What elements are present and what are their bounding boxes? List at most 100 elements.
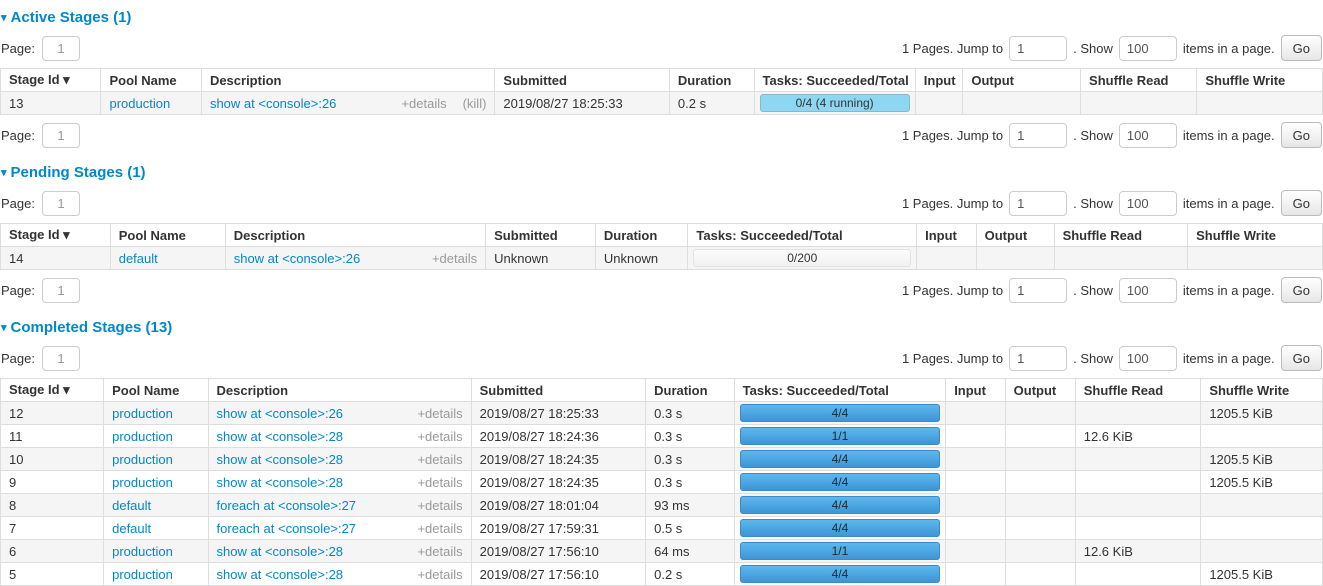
column-header-duration[interactable]: Duration [646, 379, 735, 402]
description-link[interactable]: show at <console>:26 [234, 251, 360, 266]
details-toggle[interactable]: +details [417, 498, 462, 513]
pool-name-link[interactable]: default [119, 251, 158, 266]
go-button[interactable]: Go [1281, 345, 1322, 371]
details-toggle[interactable]: +details [417, 544, 462, 559]
description-link[interactable]: show at <console>:28 [217, 475, 343, 490]
cell-output [963, 92, 1081, 115]
description-link[interactable]: show at <console>:26 [210, 96, 336, 111]
column-header-stage-id[interactable]: Stage Id ▾ [1, 379, 104, 402]
column-header-output[interactable]: Output [976, 224, 1054, 247]
cell-submitted: 2019/08/27 17:56:10 [471, 540, 646, 563]
go-button[interactable]: Go [1281, 277, 1322, 303]
pool-name-link[interactable]: production [112, 567, 173, 582]
show-count-input[interactable] [1119, 191, 1177, 216]
column-header-description[interactable]: Description [225, 224, 485, 247]
column-header-pool-name[interactable]: Pool Name [104, 379, 208, 402]
column-header-pool-name[interactable]: Pool Name [110, 224, 225, 247]
pool-name-link[interactable]: default [112, 521, 151, 536]
page-input[interactable] [42, 123, 80, 148]
tasks-progress-bar: 1/1 [740, 542, 941, 560]
column-header-tasks-succeeded-total[interactable]: Tasks: Succeeded/Total [734, 379, 946, 402]
details-toggle[interactable]: +details [417, 429, 462, 444]
column-header-stage-id[interactable]: Stage Id ▾ [1, 69, 101, 92]
jump-to-input[interactable] [1009, 346, 1067, 371]
description-link[interactable]: show at <console>:28 [217, 429, 343, 444]
column-header-tasks-succeeded-total[interactable]: Tasks: Succeeded/Total [688, 224, 917, 247]
column-header-duration[interactable]: Duration [669, 69, 754, 92]
pool-name-link[interactable]: production [109, 96, 170, 111]
column-header-input[interactable]: Input [915, 69, 963, 92]
description-link[interactable]: show at <console>:28 [217, 452, 343, 467]
column-header-pool-name[interactable]: Pool Name [101, 69, 201, 92]
column-header-output[interactable]: Output [963, 69, 1081, 92]
details-toggle[interactable]: +details [417, 475, 462, 490]
details-toggle[interactable]: +details [432, 251, 477, 266]
kill-link[interactable]: (kill) [463, 96, 487, 111]
column-header-input[interactable]: Input [946, 379, 1005, 402]
cell-shuffle-read [1075, 402, 1201, 425]
column-header-description[interactable]: Description [208, 379, 471, 402]
description-link[interactable]: show at <console>:28 [217, 544, 343, 559]
go-button[interactable]: Go [1281, 35, 1322, 61]
page-input[interactable] [42, 278, 80, 303]
jump-to-input[interactable] [1009, 278, 1067, 303]
details-toggle[interactable]: +details [417, 521, 462, 536]
page-input[interactable] [42, 36, 80, 61]
description-link[interactable]: show at <console>:28 [217, 567, 343, 582]
details-toggle[interactable]: +details [417, 567, 462, 582]
description-link[interactable]: show at <console>:26 [217, 406, 343, 421]
details-toggle[interactable]: +details [401, 96, 446, 111]
cell-shuffle-read [1075, 563, 1201, 586]
cell-stage-id: 5 [1, 563, 104, 586]
show-count-input[interactable] [1119, 278, 1177, 303]
section-header-active-stages[interactable]: ▾Active Stages (1) [1, 9, 1323, 26]
tasks-progress-bar: 1/1 [740, 427, 941, 445]
pool-name-link[interactable]: production [112, 452, 173, 467]
column-header-shuffle-read[interactable]: Shuffle Read [1075, 379, 1201, 402]
column-header-description[interactable]: Description [201, 69, 494, 92]
column-header-shuffle-write[interactable]: Shuffle Write [1197, 69, 1323, 92]
cell-input [946, 425, 1005, 448]
column-header-output[interactable]: Output [1005, 379, 1075, 402]
pool-name-link[interactable]: production [112, 544, 173, 559]
column-header-tasks-succeeded-total[interactable]: Tasks: Succeeded/Total [754, 69, 915, 92]
column-header-submitted[interactable]: Submitted [471, 379, 646, 402]
table-row-stage-7: 7defaultforeach at <console>:27+details2… [1, 517, 1323, 540]
cell-output [1005, 402, 1075, 425]
jump-to-input[interactable] [1009, 191, 1067, 216]
column-header-shuffle-write[interactable]: Shuffle Write [1188, 224, 1323, 247]
jump-to-input[interactable] [1009, 123, 1067, 148]
description-link[interactable]: foreach at <console>:27 [217, 498, 357, 513]
jump-to-input[interactable] [1009, 36, 1067, 61]
details-toggle[interactable]: +details [417, 406, 462, 421]
pool-name-link[interactable]: default [112, 498, 151, 513]
pool-name-link[interactable]: production [112, 475, 173, 490]
page-input[interactable] [42, 346, 80, 371]
show-count-input[interactable] [1119, 36, 1177, 61]
table-slot: Stage Id ▾Pool NameDescriptionSubmittedD… [0, 68, 1323, 115]
pool-name-link[interactable]: production [112, 429, 173, 444]
details-toggle[interactable]: +details [417, 452, 462, 467]
column-header-shuffle-read[interactable]: Shuffle Read [1081, 69, 1197, 92]
column-header-stage-id[interactable]: Stage Id ▾ [1, 224, 111, 247]
section-header-completed-stages[interactable]: ▾Completed Stages (13) [1, 319, 1323, 336]
pool-name-link[interactable]: production [112, 406, 173, 421]
column-header-duration[interactable]: Duration [595, 224, 688, 247]
page-input[interactable] [42, 191, 80, 216]
cell-shuffle-read: 12.6 KiB [1075, 425, 1201, 448]
table-row-stage-14: 14defaultshow at <console>:26+detailsUnk… [1, 247, 1323, 270]
go-button[interactable]: Go [1281, 190, 1322, 216]
show-count-input[interactable] [1119, 123, 1177, 148]
section-header-pending-stages[interactable]: ▾Pending Stages (1) [1, 164, 1323, 181]
column-header-shuffle-read[interactable]: Shuffle Read [1054, 224, 1188, 247]
column-header-submitted[interactable]: Submitted [486, 224, 596, 247]
column-header-input[interactable]: Input [917, 224, 976, 247]
go-button[interactable]: Go [1281, 122, 1322, 148]
show-count-input[interactable] [1119, 346, 1177, 371]
description-link[interactable]: foreach at <console>:27 [217, 521, 357, 536]
page-label: Page: [1, 196, 35, 211]
cell-stage-id: 8 [1, 494, 104, 517]
column-header-shuffle-write[interactable]: Shuffle Write [1201, 379, 1323, 402]
column-header-submitted[interactable]: Submitted [495, 69, 670, 92]
cell-shuffle-write [1188, 247, 1323, 270]
